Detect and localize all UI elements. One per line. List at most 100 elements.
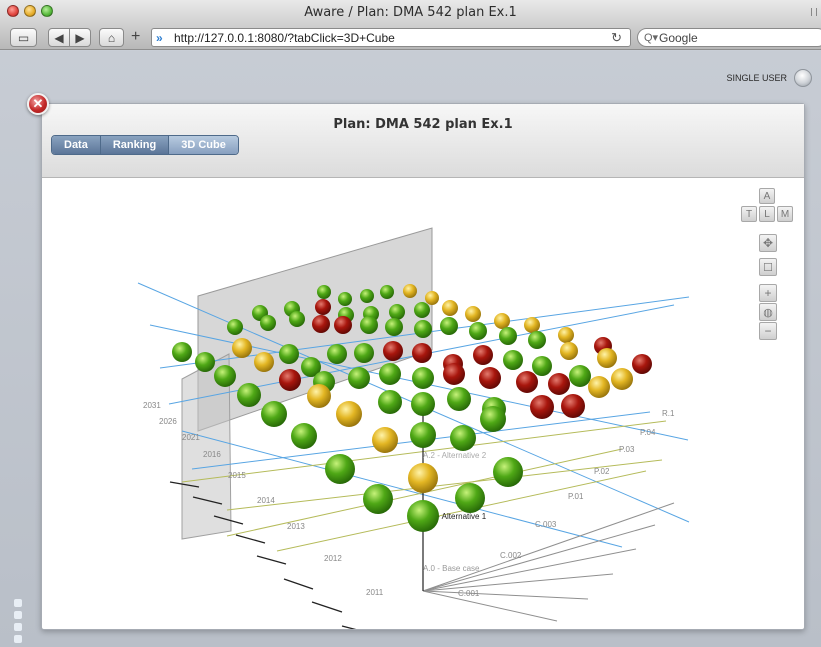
green-sphere[interactable] (407, 500, 439, 532)
green-sphere[interactable] (528, 331, 546, 349)
address-bar[interactable]: » http://127.0.0.1:8080/?tabClick=3D+Cub… (151, 28, 631, 47)
yellow-sphere[interactable] (232, 338, 252, 358)
green-sphere[interactable] (378, 390, 402, 414)
view-control-m[interactable]: M (777, 206, 793, 222)
green-sphere[interactable] (499, 327, 517, 345)
green-sphere[interactable] (354, 343, 374, 363)
yellow-sphere[interactable] (442, 300, 458, 316)
yellow-sphere[interactable] (403, 284, 417, 298)
green-sphere[interactable] (289, 311, 305, 327)
green-sphere[interactable] (503, 350, 523, 370)
yellow-sphere[interactable] (611, 368, 633, 390)
yellow-sphere[interactable] (408, 463, 438, 493)
red-sphere[interactable] (479, 367, 501, 389)
zoom-in-icon[interactable]: + (759, 284, 777, 302)
year-label-2013: 2013 (287, 522, 305, 531)
pan-icon[interactable]: ☐ (759, 258, 777, 276)
green-sphere[interactable] (260, 315, 276, 331)
search-input[interactable]: Q▾ Google (637, 28, 821, 47)
green-sphere[interactable] (389, 304, 405, 320)
green-sphere[interactable] (469, 322, 487, 340)
green-sphere[interactable] (338, 292, 352, 306)
green-sphere[interactable] (348, 367, 370, 389)
tab-data[interactable]: Data (52, 136, 101, 154)
view-control-a[interactable]: A (759, 188, 775, 204)
red-sphere[interactable] (548, 373, 570, 395)
red-sphere[interactable] (279, 369, 301, 391)
red-sphere[interactable] (412, 343, 432, 363)
green-sphere[interactable] (440, 317, 458, 335)
green-sphere[interactable] (414, 302, 430, 318)
close-plan-button[interactable]: ✕ (27, 93, 49, 115)
green-sphere[interactable] (493, 457, 523, 487)
green-sphere[interactable] (291, 423, 317, 449)
green-sphere[interactable] (325, 454, 355, 484)
back-button[interactable]: ◀ (48, 28, 70, 47)
green-sphere[interactable] (363, 484, 393, 514)
red-sphere[interactable] (312, 315, 330, 333)
toolbar-toggle-icon[interactable] (811, 8, 817, 16)
green-sphere[interactable] (327, 344, 347, 364)
red-sphere[interactable] (334, 316, 352, 334)
green-sphere[interactable] (279, 344, 299, 364)
yellow-sphere[interactable] (425, 291, 439, 305)
yellow-sphere[interactable] (494, 313, 510, 329)
yellow-sphere[interactable] (336, 401, 362, 427)
red-sphere[interactable] (632, 354, 652, 374)
home-button[interactable]: ⌂ (99, 28, 124, 47)
view-control-l[interactable]: L (759, 206, 775, 222)
green-sphere[interactable] (412, 367, 434, 389)
red-sphere[interactable] (473, 345, 493, 365)
yellow-sphere[interactable] (524, 317, 540, 333)
reload-icon[interactable]: ↻ (611, 30, 622, 46)
forward-button[interactable]: ▶ (69, 28, 91, 47)
move-icon[interactable]: ✥ (759, 234, 777, 252)
red-sphere[interactable] (443, 363, 465, 385)
green-sphere[interactable] (360, 316, 378, 334)
zoom-out-icon[interactable]: − (759, 322, 777, 340)
green-sphere[interactable] (195, 352, 215, 372)
green-sphere[interactable] (532, 356, 552, 376)
green-sphere[interactable] (450, 425, 476, 451)
single-user-toggle[interactable] (794, 69, 812, 87)
green-sphere[interactable] (317, 285, 331, 299)
view-control-t[interactable]: T (741, 206, 757, 222)
yellow-sphere[interactable] (465, 306, 481, 322)
green-sphere[interactable] (569, 365, 591, 387)
green-sphere[interactable] (227, 319, 243, 335)
yellow-sphere[interactable] (254, 352, 274, 372)
yellow-sphere[interactable] (597, 348, 617, 368)
green-sphere[interactable] (447, 387, 471, 411)
add-bookmark-button[interactable]: + (131, 28, 140, 46)
plan-panel: Plan: DMA 542 plan Ex.1 Data Ranking 3D … (41, 103, 805, 630)
green-sphere[interactable] (414, 320, 432, 338)
yellow-sphere[interactable] (307, 384, 331, 408)
green-sphere[interactable] (410, 422, 436, 448)
yellow-sphere[interactable] (372, 427, 398, 453)
green-sphere[interactable] (385, 318, 403, 336)
red-sphere[interactable] (561, 394, 585, 418)
yellow-sphere[interactable] (558, 327, 574, 343)
red-sphere[interactable] (530, 395, 554, 419)
yellow-sphere[interactable] (560, 342, 578, 360)
red-sphere[interactable] (516, 371, 538, 393)
green-sphere[interactable] (455, 483, 485, 513)
green-sphere[interactable] (214, 365, 236, 387)
green-sphere[interactable] (237, 383, 261, 407)
yellow-sphere[interactable] (588, 376, 610, 398)
green-sphere[interactable] (480, 406, 506, 432)
red-sphere[interactable] (315, 299, 331, 315)
address-url[interactable]: http://127.0.0.1:8080/?tabClick=3D+Cube (174, 31, 395, 45)
green-sphere[interactable] (380, 285, 394, 299)
green-sphere[interactable] (411, 392, 435, 416)
green-sphere[interactable] (360, 289, 374, 303)
green-sphere[interactable] (379, 363, 401, 385)
tab-3d-cube[interactable]: 3D Cube (169, 136, 238, 154)
green-sphere[interactable] (261, 401, 287, 427)
cube-3d-view[interactable]: 2031 2026 2021 2016 2015 2014 2013 2012 … (42, 179, 804, 629)
show-all-tabs-button[interactable]: ▭ (10, 28, 37, 47)
tab-ranking[interactable]: Ranking (100, 136, 170, 154)
green-sphere[interactable] (172, 342, 192, 362)
red-sphere[interactable] (383, 341, 403, 361)
globe-icon[interactable]: ◍ (759, 303, 777, 321)
